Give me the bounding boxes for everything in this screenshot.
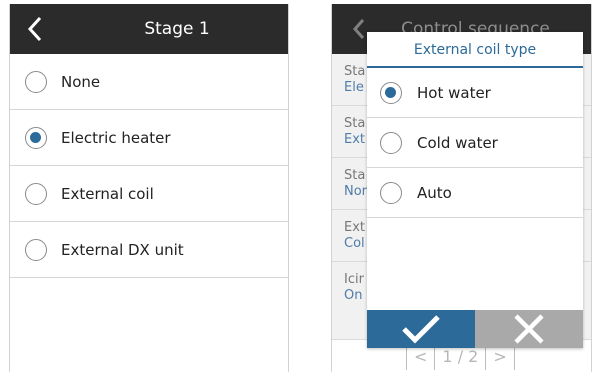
radio-button-selected[interactable]: [25, 126, 47, 149]
option-label: External DX unit: [61, 240, 184, 259]
radio-button[interactable]: [25, 182, 47, 205]
option-none[interactable]: None: [10, 54, 288, 110]
option-label: External coil: [61, 184, 154, 203]
option-hot-water[interactable]: Hot water: [367, 68, 583, 118]
page-separator: /: [457, 346, 464, 366]
option-auto[interactable]: Auto: [367, 168, 583, 218]
control-sequence-screen: Control sequence Sta Ele Sta Ext Sta Nor…: [331, 4, 592, 372]
option-external-coil[interactable]: External coil: [10, 166, 288, 222]
row-value: Ext: [344, 132, 366, 147]
radio-button[interactable]: [380, 182, 402, 204]
close-icon: [514, 314, 544, 344]
radio-button[interactable]: [25, 70, 47, 93]
option-list: None Electric heater External coil Exter…: [10, 54, 288, 278]
header-bar: Stage 1: [10, 4, 288, 54]
chevron-left-icon: <: [414, 346, 428, 366]
option-cold-water[interactable]: Cold water: [367, 118, 583, 168]
dialog-actions: [367, 310, 583, 348]
row-value: Nor: [344, 184, 368, 199]
option-electric-heater[interactable]: Electric heater: [10, 110, 288, 166]
chevron-right-icon: >: [493, 346, 507, 366]
option-label: Cold water: [417, 134, 498, 152]
option-label: Hot water: [417, 84, 491, 102]
confirm-button[interactable]: [367, 310, 475, 348]
option-label: Electric heater: [61, 128, 171, 147]
page-total: 2: [468, 346, 479, 366]
page-title: Stage 1: [144, 19, 210, 39]
page-indicator: 1 / 2: [435, 347, 485, 366]
row-label: Sta: [344, 64, 366, 79]
row-label: Icir: [344, 272, 364, 287]
dialog-title: External coil type: [367, 32, 583, 68]
cancel-button[interactable]: [475, 310, 583, 348]
radio-button[interactable]: [25, 238, 47, 261]
row-label: Ext: [344, 220, 366, 235]
option-label: Auto: [417, 184, 452, 202]
row-value: On: [344, 288, 363, 303]
radio-button[interactable]: [380, 132, 402, 154]
row-label: Sta: [344, 116, 366, 131]
row-value: Col: [344, 236, 365, 251]
external-coil-type-dialog: External coil type Hot water Cold water …: [367, 32, 583, 348]
radio-button-selected[interactable]: [380, 82, 402, 104]
option-label: None: [61, 72, 101, 91]
stage-screen: Stage 1 None Electric heater External co…: [9, 4, 289, 372]
page-current: 1: [442, 346, 453, 366]
check-icon: [402, 315, 440, 344]
option-external-dx-unit[interactable]: External DX unit: [10, 222, 288, 278]
row-value: Ele: [344, 80, 364, 95]
row-label: Sta: [344, 168, 366, 183]
